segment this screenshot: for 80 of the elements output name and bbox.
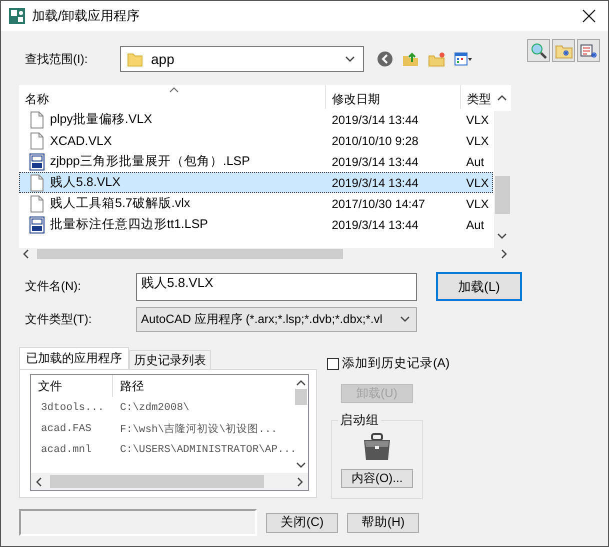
column-header[interactable]: 修改日期 (326, 85, 461, 109)
scroll-thumb[interactable] (50, 475, 264, 488)
file-row[interactable]: plpy批量偏移.VLX 2019/3/14 13:44 VLX (19, 109, 493, 130)
dialog-button[interactable]: 关闭(C) (266, 512, 338, 532)
file-icon (29, 132, 45, 150)
file-icon (29, 174, 45, 192)
file-date: 2019/3/14 13:44 (330, 218, 420, 232)
file-row[interactable]: 贱人5.8.VLX 2019/3/14 13:44 VLX (19, 172, 493, 193)
column-header[interactable]: 名称 (19, 85, 326, 109)
scroll-left-icon (36, 476, 42, 486)
file-icon (29, 194, 45, 212)
chevron-down-icon (345, 56, 355, 62)
tab[interactable]: 历史记录列表 (129, 350, 211, 369)
file-type: Aut (465, 154, 486, 168)
file-name-label: 文件名(N): (24, 278, 82, 295)
search-button[interactable] (527, 39, 550, 62)
folder-icon (127, 51, 143, 67)
file-type: VLX (465, 134, 490, 148)
horizontal-scrollbar[interactable] (31, 473, 308, 490)
scroll-right-icon (297, 476, 303, 486)
window-title: 加载/卸载应用程序 (32, 7, 140, 25)
scroll-thumb[interactable] (295, 389, 307, 405)
contents-button[interactable]: 内容(O)... (341, 469, 413, 488)
lsp-file-icon (29, 152, 45, 170)
scroll-right-icon (501, 249, 507, 259)
chevron-down-icon (400, 316, 410, 323)
column-header[interactable]: 文件 (31, 375, 113, 397)
file-date: 2010/10/10 9:28 (330, 134, 420, 148)
file-name: plpy批量偏移.VLX (50, 111, 152, 128)
scroll-left-icon (23, 249, 29, 259)
file-type-dropdown[interactable]: AutoCAD 应用程序 (*.arx;*.lsp;*.dvb;*.dbx;*.vl (136, 307, 417, 332)
app-file: acad.FAS (40, 422, 92, 434)
file-name: 批量标注任意四边形tt1.LSP (50, 216, 208, 233)
scroll-up-icon (497, 95, 507, 101)
sort-up-icon (169, 87, 179, 93)
grid-star-button[interactable] (577, 39, 600, 62)
file-type: VLX (465, 176, 490, 190)
checkbox[interactable] (327, 358, 339, 370)
file-row[interactable]: XCAD.VLX 2010/10/10 9:28 VLX (19, 130, 493, 151)
file-name: 贱人5.8.VLX (50, 174, 120, 191)
file-type-label: 文件类型(T): (24, 311, 93, 328)
file-name: 贱人工具箱5.7破解版.vlx (50, 195, 190, 212)
dialog-button[interactable]: 帮助(H) (347, 512, 419, 532)
app-file: acad.mnl (40, 444, 92, 456)
file-date: 2019/3/14 13:44 (330, 112, 420, 126)
column-header[interactable]: 路径 (113, 375, 144, 397)
file-date: 2017/10/30 14:47 (330, 196, 426, 210)
app-path: C:\USERS\ADMINISTRATOR\AP... (119, 444, 296, 456)
scroll-down-icon (497, 233, 507, 239)
file-date: 2019/3/14 13:44 (330, 176, 420, 190)
close-icon (582, 9, 596, 23)
file-row[interactable]: 贱人工具箱5.7破解版.vlx 2017/10/30 14:47 VLX (19, 193, 493, 214)
file-icon (29, 110, 45, 128)
column-header[interactable]: 类型 (461, 85, 493, 109)
folder-star-button[interactable] (552, 39, 575, 62)
scroll-thumb[interactable] (495, 176, 510, 214)
file-name: zjbpp三角形批量展开（包角）.LSP (50, 153, 250, 170)
lsp-file-icon (29, 216, 45, 234)
tab[interactable]: 已加载的应用程序 (19, 347, 129, 369)
group-title: 启动组 (338, 412, 381, 429)
look-in-label: 查找范围(I): (25, 50, 89, 68)
file-row[interactable]: 批量标注任意四边形tt1.LSP 2019/3/14 13:44 Aut (19, 214, 493, 235)
file-date: 2019/3/14 13:44 (330, 154, 420, 168)
file-name-field[interactable]: 贱人5.8.VLX (136, 272, 417, 300)
app-path: F:\wsh\吉隆河初设\初设图... (119, 422, 278, 436)
file-name: XCAD.VLX (50, 134, 112, 148)
file-row[interactable]: zjbpp三角形批量展开（包角）.LSP 2019/3/14 13:44 Aut (19, 151, 493, 172)
briefcase-icon (362, 433, 392, 461)
app-icon (8, 7, 26, 25)
checkbox-label: 添加到历史记录(A) (342, 355, 450, 372)
app-path: C:\zdm2008\ (119, 402, 190, 414)
scroll-up-icon (296, 380, 306, 386)
load-button[interactable]: 加载(L) (436, 272, 522, 301)
file-type: VLX (465, 196, 490, 210)
app-file: 3dtools... (40, 402, 106, 414)
scroll-thumb[interactable] (37, 249, 343, 259)
look-in-dropdown[interactable]: app (120, 46, 364, 72)
scroll-down-icon (296, 462, 306, 468)
file-type: Aut (465, 218, 486, 232)
file-type: VLX (465, 112, 490, 126)
